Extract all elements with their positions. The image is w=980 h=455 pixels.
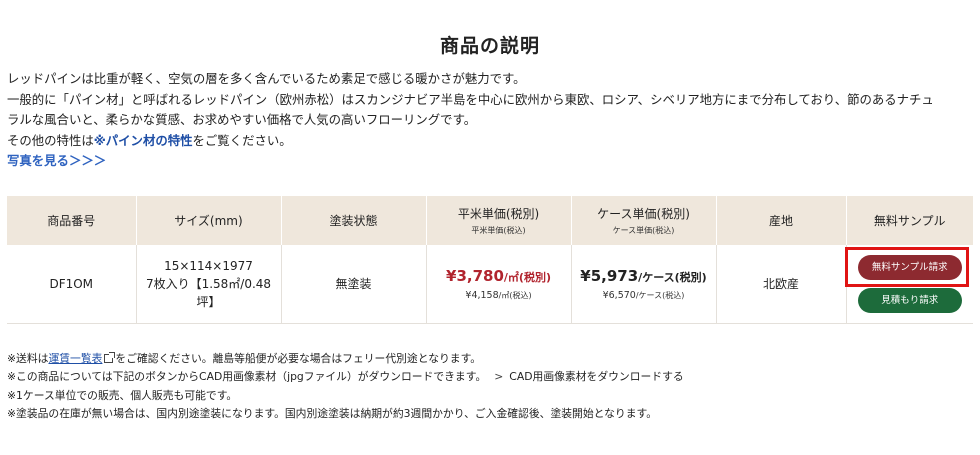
header-size: サイズ(mm) xyxy=(136,196,282,245)
header-sqm-price-label: 平米単価(税別) xyxy=(457,207,540,221)
chevron-right-icon: > xyxy=(494,370,504,384)
view-photos-link[interactable]: 写真を見る＞＞＞ xyxy=(7,153,106,168)
header-sqm-price: 平米単価(税別) 平米単価(税込) xyxy=(426,196,572,245)
header-case-price-sub: ケース単価(税込) xyxy=(612,226,675,235)
note-line: ※送料は運賃一覧表 をご確認ください。離島等船便が必要な場合はフェリー代別途となり… xyxy=(7,350,684,368)
size-line: 7枚入り【1.58㎡/0.48 xyxy=(145,276,272,291)
shipping-note-prefix: ※送料は xyxy=(7,352,49,365)
header-finish: 塗装状態 xyxy=(281,196,427,245)
product-origin: 北欧産 xyxy=(716,245,847,324)
size-line: 15×114×1977 xyxy=(164,258,253,273)
product-description: レッドパインは比重が軽く、空気の層を多く含んでいるため素足で感じる暖かさが魅力で… xyxy=(7,69,973,172)
sample-button-highlight xyxy=(845,247,969,287)
description-line: ラルな風合いと、柔らかな質感、お求めやすい価格で人気の高いフローリングです。 xyxy=(7,112,477,127)
case-price-incl-value: ¥6,570 xyxy=(602,289,636,301)
pine-traits-link[interactable]: ※パイン材の特性 xyxy=(94,133,193,148)
product-finish: 無塗装 xyxy=(281,245,427,324)
case-price-incl-tax: ¥6,570/ケース(税込) xyxy=(572,290,716,301)
cad-download-link[interactable]: CAD用画像素材をダウンロードする xyxy=(509,370,683,383)
note-line: ※塗装品の在庫が無い場合は、国内別途塗装になります。国内別途塗装は納期が約3週間… xyxy=(7,406,658,420)
case-price-cell: ¥5,973/ケース(税別) ¥6,570/ケース(税込) xyxy=(571,245,717,324)
external-link-icon xyxy=(104,352,116,363)
shipping-note-suffix: をご確認ください。離島等船便が必要な場合はフェリー代別途となります。 xyxy=(115,352,482,365)
case-price-incl-unit: /ケース(税込) xyxy=(635,290,685,300)
header-free-sample: 無料サンプル xyxy=(846,196,973,245)
sqm-price-value: ¥3,780 xyxy=(446,266,504,285)
sqm-price-incl-unit: /㎡(税込) xyxy=(498,290,532,300)
case-price-value: ¥5,973 xyxy=(580,266,639,285)
header-case-price: ケース単価(税別) ケース単価(税込) xyxy=(571,196,717,245)
size-line: 坪】 xyxy=(196,294,221,309)
sqm-price-unit: /㎡(税別) xyxy=(503,270,551,284)
table-row: DF1OM 15×114×1977 7枚入り【1.58㎡/0.48 坪】 無塗装… xyxy=(7,245,973,324)
description-line: その他の特性は※パイン材の特性をご覧ください。 xyxy=(7,131,973,152)
pine-traits-suffix: をご覧ください。 xyxy=(192,132,292,148)
request-quote-button[interactable]: 見積もり請求 xyxy=(857,287,962,313)
product-size: 15×114×1977 7枚入り【1.58㎡/0.48 坪】 xyxy=(136,245,282,324)
case-price-excl-tax: ¥5,973/ケース(税別) xyxy=(580,267,706,285)
header-origin: 産地 xyxy=(716,196,847,245)
notes-section: ※送料は運賃一覧表 をご確認ください。離島等船便が必要な場合はフェリー代別途となり… xyxy=(7,350,684,423)
note-line: ※この商品については下記のボタンからCAD用画像素材（jpgファイル）がダウンロ… xyxy=(7,368,684,386)
pine-traits-prefix: その他の特性は xyxy=(7,132,94,148)
cad-note: ※この商品については下記のボタンからCAD用画像素材（jpgファイル）がダウンロ… xyxy=(7,370,487,384)
header-sqm-price-sub: 平米単価(税込) xyxy=(471,226,526,235)
case-price-unit: /ケース(税別) xyxy=(638,270,707,284)
product-code: DF1OM xyxy=(7,245,137,324)
shipping-rates-link[interactable]: 運賃一覧表 xyxy=(48,352,102,365)
description-line: 一般的に「パイン材」と呼ばれるレッドパイン（欧州赤松）はスカンジナビア半島を中心… xyxy=(7,91,934,107)
product-table: 商品番号 サイズ(mm) 塗装状態 平米単価(税別) 平米単価(税込) ケース単価… xyxy=(7,196,973,324)
description-line: 写真を見る＞＞＞ xyxy=(7,151,973,172)
sqm-price-incl-value: ¥4,158 xyxy=(465,289,499,301)
page-title: 商品の説明 xyxy=(439,35,540,57)
header-product-code: 商品番号 xyxy=(7,196,137,245)
table-header-row: 商品番号 サイズ(mm) 塗装状態 平米単価(税別) 平米単価(税込) ケース単価… xyxy=(7,196,973,245)
note-line: ※1ケース単位での販売、個人販売も可能です。 xyxy=(7,388,238,402)
sqm-price-excl-tax: ¥3,780/㎡(税別) xyxy=(446,267,551,285)
header-case-price-label: ケース単価(税別) xyxy=(597,207,690,221)
sqm-price-incl-tax: ¥4,158/㎡(税込) xyxy=(427,290,571,301)
sqm-price-cell: ¥3,780/㎡(税別) ¥4,158/㎡(税込) xyxy=(426,245,572,324)
description-line: レッドパインは比重が軽く、空気の層を多く含んでいるため素足で感じる暖かさが魅力で… xyxy=(7,71,526,86)
